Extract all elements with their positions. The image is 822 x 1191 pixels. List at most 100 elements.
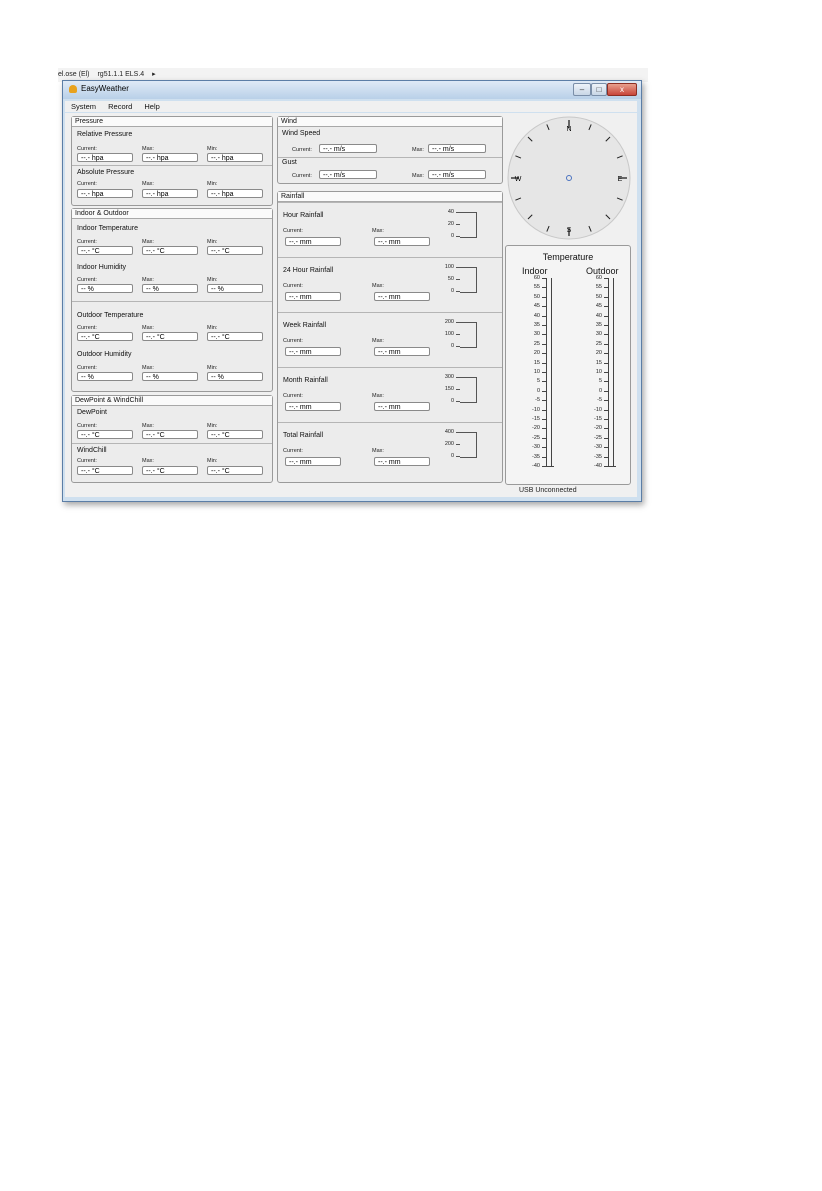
section-title: Gust bbox=[282, 159, 297, 166]
max-label: Max: bbox=[142, 146, 154, 152]
main-area: Pressure Relative Pressure Current: Max:… bbox=[65, 113, 637, 497]
compass-s-label: S bbox=[567, 227, 572, 234]
temp-tick-label: 60 bbox=[533, 275, 540, 281]
temp-tick-label: -10 bbox=[532, 406, 540, 413]
max-label: Max: bbox=[372, 393, 384, 399]
breadcrumb-item[interactable]: el.ose (El) bbox=[58, 71, 90, 78]
temp-tick-label: -30 bbox=[532, 444, 540, 451]
current-label: Current: bbox=[283, 393, 303, 399]
current-label: Current: bbox=[77, 458, 97, 464]
section-title: WindChill bbox=[77, 447, 107, 454]
divider bbox=[278, 202, 502, 203]
indoor-temp-current: --.- °C bbox=[77, 246, 133, 255]
wind-group: Wind Wind Speed Current: --.- m/s Max: -… bbox=[277, 116, 503, 184]
rainfall-month-max: --.- mm bbox=[374, 402, 430, 411]
current-label: Current: bbox=[283, 448, 303, 454]
temp-tick-label: 25 bbox=[595, 340, 602, 347]
windchill-current: --.- °C bbox=[77, 466, 133, 475]
outdoor-thermometer: 60 55 50 45 40 35 30 25 20 15 10 5 0 -5 -10 -15 -20 -25 -3… bbox=[568, 275, 628, 478]
outdoor-humidity-min: -- % bbox=[207, 372, 263, 381]
windchill-min: --.- °C bbox=[207, 466, 263, 475]
current-label: Current: bbox=[283, 338, 303, 344]
current-label: Current: bbox=[292, 173, 312, 179]
section-title: 24 Hour Rainfall bbox=[283, 267, 334, 274]
max-label: Max: bbox=[142, 458, 154, 464]
dewpoint-windchill-group: DewPoint & WindChill DewPoint Current: M… bbox=[71, 395, 273, 483]
dewpoint-min: --.- °C bbox=[207, 430, 263, 439]
relative-pressure-max: --.- hpa bbox=[142, 153, 198, 162]
rain-gauge bbox=[460, 377, 477, 403]
temp-tick-label: 35 bbox=[595, 322, 602, 328]
rainfall-week-max: --.- mm bbox=[374, 347, 430, 356]
usb-status: USB Unconnected bbox=[519, 487, 577, 494]
temp-tick-label: -15 bbox=[594, 416, 602, 422]
section-title: DewPoint bbox=[77, 409, 107, 416]
rainfall-total-max: --.- mm bbox=[374, 457, 430, 466]
temp-tick-label: 50 bbox=[533, 293, 540, 300]
current-label: Current: bbox=[77, 423, 97, 429]
section-title: Indoor Temperature bbox=[77, 225, 138, 232]
rainfall-month-current: --.- mm bbox=[285, 402, 341, 411]
temp-tick-label: 55 bbox=[533, 284, 540, 291]
max-label: Max: bbox=[142, 181, 154, 187]
temp-tick-label: 20 bbox=[533, 350, 540, 357]
divider bbox=[72, 301, 272, 302]
divider bbox=[278, 367, 502, 368]
max-label: Max: bbox=[372, 283, 384, 289]
temperature-title: Temperature bbox=[542, 252, 594, 262]
rain-gauge bbox=[460, 212, 477, 238]
minimize-button[interactable]: – bbox=[573, 83, 591, 96]
thermometer-tube bbox=[608, 278, 614, 466]
rain-scale-label: 100 bbox=[444, 331, 454, 337]
breadcrumb-item[interactable]: rg51.1.1 ELS.4 bbox=[97, 71, 144, 78]
temp-tick-label: 25 bbox=[533, 340, 540, 347]
current-label: Current: bbox=[77, 277, 97, 283]
dewpoint-current: --.- °C bbox=[77, 430, 133, 439]
temp-tick-label: 5 bbox=[536, 378, 540, 385]
rain-scale-label: 0 bbox=[450, 233, 454, 239]
compass-dial bbox=[507, 116, 631, 240]
min-label: Min: bbox=[207, 277, 218, 283]
indoor-outdoor-group: Indoor & Outdoor Indoor Temperature Curr… bbox=[71, 208, 273, 392]
current-label: Current: bbox=[77, 325, 97, 331]
divider bbox=[278, 257, 502, 258]
rain-scale-label: 0 bbox=[450, 288, 454, 294]
compass-w-label: W bbox=[515, 176, 522, 183]
indoor-thermometer: 60 55 50 45 40 35 30 25 20 15 10 5 0 -5 -10 -15 -20 -25 -3… bbox=[506, 275, 566, 478]
rain-scale-label: 0 bbox=[450, 343, 454, 349]
min-label: Min: bbox=[207, 423, 218, 429]
app-icon bbox=[69, 85, 77, 93]
menu-help[interactable]: Help bbox=[144, 102, 159, 111]
section-title: Wind Speed bbox=[282, 130, 321, 137]
outdoor-temp-current: --.- °C bbox=[77, 332, 133, 341]
temp-tick-label: -40 bbox=[532, 463, 540, 469]
temp-tick-label: 15 bbox=[595, 359, 602, 366]
section-title: Indoor Humidity bbox=[77, 264, 127, 271]
rain-scale-label: 100 bbox=[444, 264, 454, 270]
outdoor-temp-min: --.- °C bbox=[207, 332, 263, 341]
menu-record[interactable]: Record bbox=[108, 102, 132, 111]
temp-tick-label: -10 bbox=[594, 406, 602, 413]
close-button[interactable]: x bbox=[607, 83, 637, 96]
temp-tick-label: -20 bbox=[594, 425, 602, 432]
divider bbox=[72, 165, 272, 166]
thermometer-base bbox=[604, 466, 616, 467]
indoor-temp-min: --.- °C bbox=[207, 246, 263, 255]
easyweather-window: EasyWeather – □ x System Record Help Pre… bbox=[62, 80, 642, 502]
indoor-humidity-current: -- % bbox=[77, 284, 133, 293]
temp-tick-label: 50 bbox=[595, 293, 602, 300]
menu-system[interactable]: System bbox=[71, 102, 96, 111]
max-label: Max: bbox=[372, 228, 384, 234]
rainfall-day-max: --.- mm bbox=[374, 292, 430, 301]
menu-bar: System Record Help bbox=[65, 101, 637, 112]
section-title: Week Rainfall bbox=[283, 322, 327, 329]
temp-tick-label: 0 bbox=[536, 387, 540, 394]
temperature-panel: Temperature Indoor Outdoor 60 55 50 45 40 35 3… bbox=[505, 245, 631, 485]
maximize-button[interactable]: □ bbox=[591, 83, 607, 96]
title-bar[interactable]: EasyWeather – □ x bbox=[63, 81, 641, 99]
pressure-group: Pressure Relative Pressure Current: Max:… bbox=[71, 116, 273, 206]
section-title: Total Rainfall bbox=[283, 432, 324, 439]
absolute-pressure-current: --.- hpa bbox=[77, 189, 133, 198]
section-title: Outdoor Humidity bbox=[77, 351, 132, 358]
current-label: Current: bbox=[77, 181, 97, 187]
